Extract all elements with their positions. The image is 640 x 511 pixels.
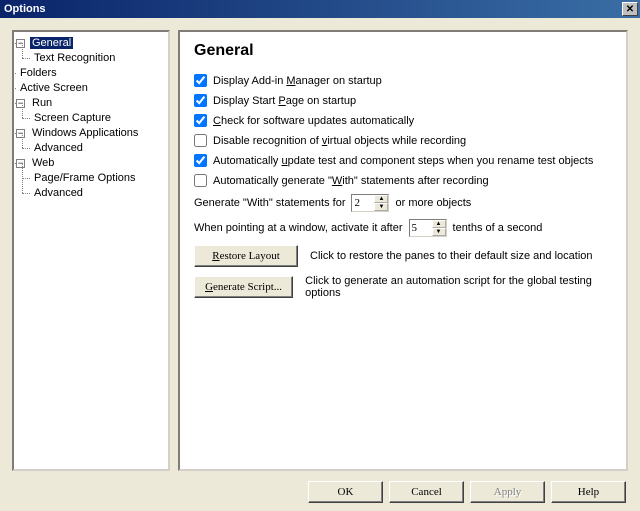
label-with-count-pre: Generate "With" statements for (194, 197, 345, 209)
checkbox-updates[interactable] (194, 114, 207, 127)
dialog-body: −General Text Recognition Folders Active… (0, 18, 640, 511)
tree-node-text-recognition[interactable]: Text Recognition (32, 52, 117, 64)
input-with-count[interactable] (352, 195, 374, 211)
page-title: General (194, 42, 612, 60)
tree-node-web[interactable]: Web (30, 157, 56, 169)
tree-node-windows-apps[interactable]: Windows Applications (30, 127, 140, 139)
label-with-count-post: or more objects (395, 197, 471, 209)
checkbox-start-page[interactable] (194, 94, 207, 107)
label-virtual: Disable recognition of virtual objects w… (213, 135, 466, 147)
tree-node-page-frame[interactable]: Page/Frame Options (32, 172, 138, 184)
checkbox-virtual[interactable] (194, 134, 207, 147)
spin-up-icon[interactable]: ▲ (374, 195, 388, 203)
checkbox-auto-update-steps[interactable] (194, 154, 207, 167)
label-with-statements: Automatically generate "With" statements… (213, 175, 489, 187)
collapse-icon[interactable]: − (16, 159, 25, 168)
title-bar: Options ✕ (0, 0, 640, 18)
collapse-icon[interactable]: − (16, 129, 25, 138)
tree-node-active-screen[interactable]: Active Screen (18, 82, 90, 94)
tree-node-web-advanced[interactable]: Advanced (32, 187, 85, 199)
input-activate-delay[interactable] (410, 220, 432, 236)
content-pane: General Display Add-in Manager on startu… (178, 30, 628, 471)
tree-node-general[interactable]: General (30, 37, 73, 49)
collapse-icon[interactable]: − (16, 99, 25, 108)
help-button[interactable]: Help (551, 481, 626, 503)
spin-up-icon[interactable]: ▲ (432, 220, 446, 228)
restore-layout-button[interactable]: Restore Layout (194, 245, 298, 267)
spinner-with-count[interactable]: ▲▼ (351, 194, 389, 212)
label-addin-manager: Display Add-in Manager on startup (213, 75, 382, 87)
spin-down-icon[interactable]: ▼ (432, 228, 446, 236)
apply-button[interactable]: Apply (470, 481, 545, 503)
spin-down-icon[interactable]: ▼ (374, 203, 388, 211)
tree-node-folders[interactable]: Folders (18, 67, 59, 79)
collapse-icon[interactable]: − (16, 39, 25, 48)
label-activate-pre: When pointing at a window, activate it a… (194, 222, 403, 234)
label-start-page: Display Start Page on startup (213, 95, 356, 107)
label-activate-post: tenths of a second (453, 222, 543, 234)
spinner-activate-delay[interactable]: ▲▼ (409, 219, 447, 237)
generate-script-desc: Click to generate an automation script f… (305, 275, 612, 299)
tree-node-screen-capture[interactable]: Screen Capture (32, 112, 113, 124)
generate-script-button[interactable]: Generate Script... (194, 276, 293, 298)
tree-node-win-apps-advanced[interactable]: Advanced (32, 142, 85, 154)
dialog-footer: OK Cancel Apply Help (12, 471, 628, 503)
checkbox-with-statements[interactable] (194, 174, 207, 187)
checkbox-addin-manager[interactable] (194, 74, 207, 87)
cancel-button[interactable]: Cancel (389, 481, 464, 503)
label-updates: Check for software updates automatically (213, 115, 414, 127)
close-icon[interactable]: ✕ (622, 2, 638, 16)
restore-layout-desc: Click to restore the panes to their defa… (310, 250, 593, 262)
ok-button[interactable]: OK (308, 481, 383, 503)
label-auto-update-steps: Automatically update test and component … (213, 155, 593, 167)
tree-node-run[interactable]: Run (30, 97, 54, 109)
window-title: Options (4, 3, 46, 15)
nav-tree[interactable]: −General Text Recognition Folders Active… (12, 30, 170, 471)
